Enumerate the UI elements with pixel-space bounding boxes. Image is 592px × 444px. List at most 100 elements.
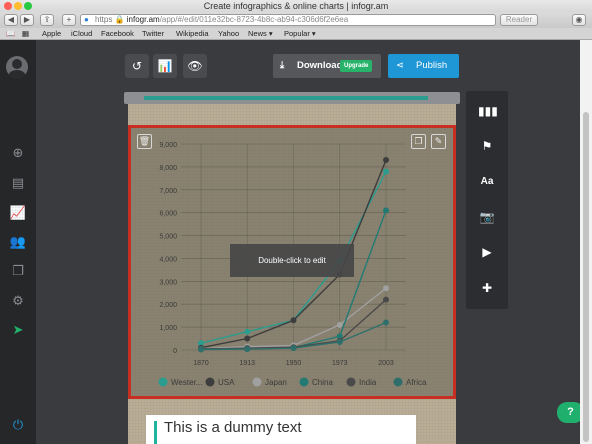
chart-settings-button[interactable]: 📊: [153, 54, 177, 78]
rocket-icon[interactable]: ➤: [9, 321, 27, 339]
puzzle-icon[interactable]: ✚: [478, 279, 496, 297]
share-button[interactable]: ⇪: [40, 14, 54, 26]
data-point: [383, 157, 389, 164]
download-label: Download: [297, 60, 343, 71]
y-tick-label: 5,000: [159, 234, 177, 241]
window-titlebar: Create infographics & online charts | in…: [0, 0, 592, 12]
upgrade-badge[interactable]: Upgrade: [340, 60, 373, 72]
gear-icon[interactable]: ⚙: [9, 292, 27, 310]
bookmarks-bar: 📖 ▦ Apple iCloud Facebook Twitter Wikipe…: [0, 28, 592, 40]
minimize-window-icon[interactable]: [14, 2, 22, 10]
legend-marker: [299, 377, 309, 387]
forward-button[interactable]: ▶: [20, 14, 34, 26]
publish-button[interactable]: ⋖ Publish: [388, 54, 459, 78]
y-tick-label: 4,000: [159, 256, 177, 263]
data-point: [244, 346, 251, 353]
bar-chart-icon[interactable]: ▮▮▮: [478, 102, 498, 120]
data-point: [383, 285, 389, 292]
address-bar[interactable]: ● https 🔒 infogr.am/app/#/edit/011e32bc-…: [80, 14, 496, 26]
inbox-icon[interactable]: ▤: [9, 174, 27, 192]
undo-button[interactable]: ↺: [125, 54, 149, 78]
data-point: [383, 207, 389, 214]
legend-label: Japan: [265, 378, 287, 387]
bookmark-wikipedia[interactable]: Wikipedia: [176, 28, 209, 39]
zoom-window-icon[interactable]: [24, 2, 32, 10]
data-point: [336, 338, 343, 345]
x-tick-label: 1950: [286, 360, 302, 367]
top-sites-icon[interactable]: ▦: [22, 28, 29, 39]
y-tick-label: 8,000: [159, 165, 177, 172]
users-icon[interactable]: 👥: [9, 233, 27, 251]
avatar[interactable]: [6, 56, 28, 78]
y-tick-label: 6,000: [159, 211, 177, 218]
legend-marker: [158, 377, 168, 387]
data-point: [383, 296, 389, 303]
lock-icon: 🔒: [114, 15, 125, 24]
y-tick-label: 2,000: [159, 302, 177, 309]
close-window-icon[interactable]: [4, 2, 12, 10]
text-icon[interactable]: Aa: [478, 173, 496, 191]
data-point: [290, 345, 297, 352]
bookmark-icloud[interactable]: iCloud: [71, 28, 92, 39]
bookmark-apple[interactable]: Apple: [42, 28, 61, 39]
share-icon: ⋖: [396, 60, 404, 71]
x-tick-label: 1973: [332, 360, 348, 367]
new-tab-button[interactable]: +: [62, 14, 76, 26]
legend-marker: [252, 377, 262, 387]
reading-list-icon[interactable]: 📖: [6, 28, 15, 39]
legend-label: India: [359, 378, 377, 387]
chart-container[interactable]: 🗑 ❐ ✎ 0 1,000 2,000 3,000 4,000 5,000 6,000 7,0…: [128, 125, 456, 399]
bookmark-news[interactable]: News ▾: [248, 28, 273, 39]
window-title: Create infographics & online charts | in…: [203, 1, 389, 11]
url-path: /app/#/edit/011e32bc-8723-4b8c-ab94-c306…: [159, 15, 349, 24]
legend-marker: [205, 377, 215, 387]
legend-label: Wester...: [171, 378, 202, 387]
chart-icon[interactable]: 📈: [9, 204, 27, 222]
y-tick-label: 9,000: [159, 142, 177, 149]
y-tick-label: 3,000: [159, 279, 177, 286]
browser-toolbar: ◀ ▶ ⇪ + ● https 🔒 infogr.am/app/#/edit/0…: [0, 12, 592, 28]
reader-button[interactable]: Reader: [500, 14, 538, 26]
bookmark-facebook[interactable]: Facebook: [101, 28, 134, 39]
data-point: [198, 346, 204, 353]
teal-header-strip: [144, 96, 428, 100]
globe-icon: ●: [84, 15, 89, 24]
user-silhouette-icon: [8, 59, 26, 78]
camera-icon[interactable]: 📷: [478, 208, 496, 226]
legend-label: China: [312, 378, 333, 387]
download-button[interactable]: ⤓ Download Upgrade: [273, 54, 381, 78]
bookmark-yahoo[interactable]: Yahoo: [218, 28, 239, 39]
y-tick-label: 0: [173, 348, 177, 355]
y-tick-label: 1,000: [159, 325, 177, 332]
x-tick-label: 1870: [193, 360, 209, 367]
downloads-icon[interactable]: ◉: [572, 14, 586, 26]
map-icon[interactable]: ⚑: [478, 137, 496, 155]
data-point: [383, 319, 389, 326]
video-icon[interactable]: ▶: [478, 243, 496, 261]
data-point: [244, 335, 251, 342]
bookmark-popular[interactable]: Popular ▾: [284, 28, 316, 39]
text-block-content: This is a dummy text: [164, 419, 302, 436]
x-tick-label: 1913: [239, 360, 255, 367]
copy-icon[interactable]: ❐: [9, 262, 27, 280]
page-scrollbar[interactable]: [580, 40, 592, 444]
publish-label: Publish: [416, 60, 448, 71]
legend-label: USA: [218, 378, 235, 387]
preview-button[interactable]: 👁: [183, 54, 207, 78]
text-block[interactable]: This is a dummy text: [146, 415, 416, 444]
url-host: infogr.am: [126, 15, 160, 24]
power-icon[interactable]: ⏻: [9, 416, 27, 434]
download-icon: ⤓: [280, 60, 285, 71]
add-icon[interactable]: ⊕: [9, 144, 27, 162]
y-tick-label: 7,000: [159, 188, 177, 195]
x-tick-label: 2003: [378, 360, 394, 367]
bookmark-twitter[interactable]: Twitter: [142, 28, 164, 39]
text-accent-bar: [154, 421, 157, 444]
canvas-header: [124, 92, 460, 104]
scroll-thumb[interactable]: [583, 112, 589, 442]
left-sidebar: ⊕ ▤ 📈 👥 ❐ ⚙ ➤ ⏻: [0, 40, 36, 444]
data-point: [290, 317, 297, 324]
url-scheme: https: [95, 15, 113, 24]
back-button[interactable]: ◀: [4, 14, 18, 26]
data-point: [383, 168, 389, 175]
